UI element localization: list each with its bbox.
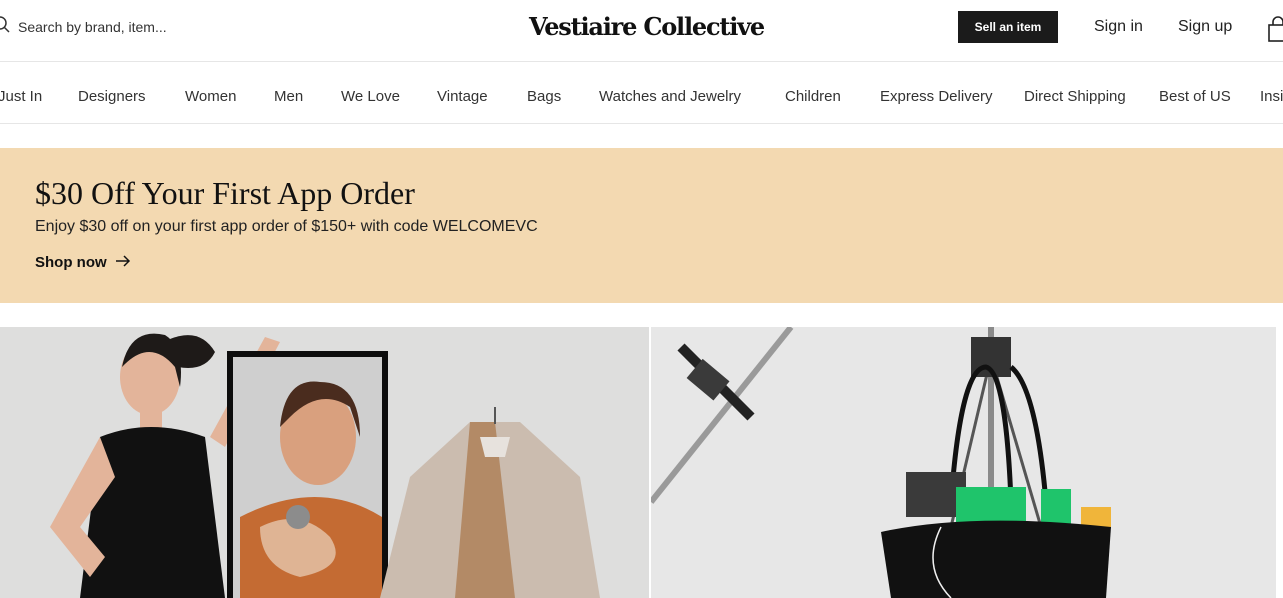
- category-nav: Just In Designers Women Men We Love Vint…: [0, 62, 1283, 124]
- sell-an-item-button[interactable]: Sell an item: [958, 11, 1058, 43]
- search-bar[interactable]: [0, 14, 218, 40]
- shop-now-link[interactable]: Shop now: [35, 254, 131, 271]
- nav-item-insiders[interactable]: Insi: [1260, 88, 1283, 105]
- nav-item-watches-jewelry[interactable]: Watches and Jewelry: [599, 88, 741, 105]
- site-header: Vestiaire Collective Sell an item Sign i…: [0, 0, 1283, 62]
- search-icon[interactable]: [0, 15, 12, 40]
- nav-item-direct-shipping[interactable]: Direct Shipping: [1024, 88, 1126, 105]
- arrow-right-icon: [115, 254, 131, 271]
- shopping-bag-icon[interactable]: [1268, 16, 1283, 42]
- promo-title: $30 Off Your First App Order: [35, 175, 415, 211]
- nav-item-we-love[interactable]: We Love: [341, 88, 400, 105]
- shop-now-label: Shop now: [35, 254, 107, 271]
- sign-in-link[interactable]: Sign in: [1094, 18, 1143, 36]
- site-logo[interactable]: Vestiaire Collective: [529, 12, 765, 41]
- nav-item-best-of-us[interactable]: Best of US: [1159, 88, 1231, 105]
- hero-image-designer-bag[interactable]: [651, 327, 1276, 598]
- nav-item-express-delivery[interactable]: Express Delivery: [880, 88, 993, 105]
- hero-image-fashion-models[interactable]: [0, 327, 649, 598]
- nav-item-just-in[interactable]: Just In: [0, 88, 42, 105]
- nav-item-bags[interactable]: Bags: [527, 88, 561, 105]
- nav-item-men[interactable]: Men: [274, 88, 303, 105]
- promo-banner: $30 Off Your First App Order Enjoy $30 o…: [0, 148, 1283, 303]
- promo-subtitle: Enjoy $30 off on your first app order of…: [35, 218, 538, 235]
- search-input[interactable]: [18, 19, 218, 35]
- nav-item-vintage[interactable]: Vintage: [437, 88, 488, 105]
- sign-up-link[interactable]: Sign up: [1178, 18, 1232, 36]
- nav-item-designers[interactable]: Designers: [78, 88, 146, 105]
- nav-item-children[interactable]: Children: [785, 88, 841, 105]
- nav-item-women[interactable]: Women: [185, 88, 236, 105]
